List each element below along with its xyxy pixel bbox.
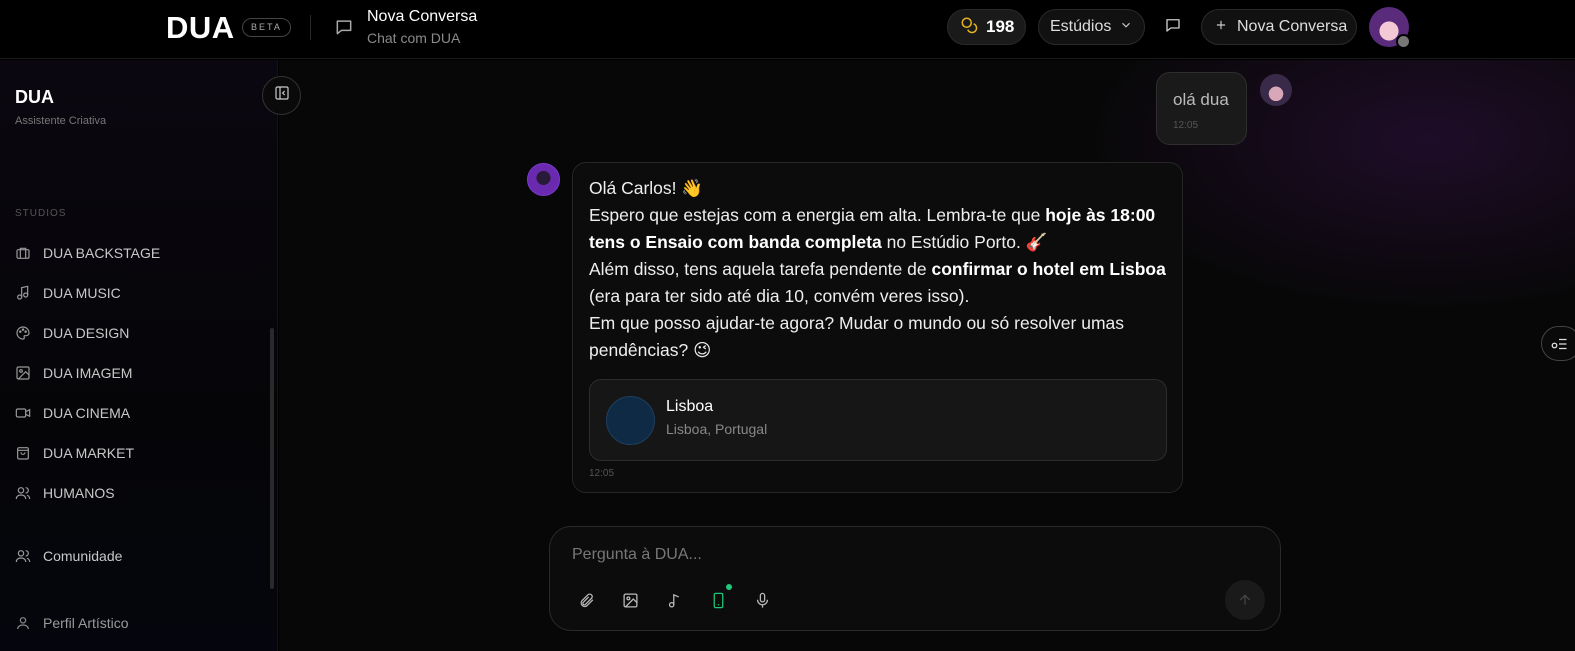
sidebar-item-label: DUA MUSIC xyxy=(43,285,121,301)
sidebar-item-backstage[interactable]: DUA BACKSTAGE xyxy=(15,241,160,265)
location-name: Lisboa xyxy=(666,398,714,415)
sidebar-item-label: DUA BACKSTAGE xyxy=(43,245,161,261)
assistant-message: Olá Carlos! 👋 Espero que estejas com a e… xyxy=(572,162,1183,493)
paragraph: Além disso, tens aquela tarefa pendente … xyxy=(589,259,1166,306)
image-icon xyxy=(16,366,30,380)
assistant-avatar xyxy=(527,163,560,196)
music-icon xyxy=(17,285,29,300)
smartphone-icon xyxy=(713,592,723,608)
sidebar-item-humanos[interactable]: HUMANOS xyxy=(15,481,115,505)
chevron-down-icon xyxy=(1119,18,1133,37)
coins-icon xyxy=(960,16,978,39)
user-message: olá dua 12:05 xyxy=(1156,72,1247,145)
studios-section-label: STUDIOS xyxy=(15,208,67,219)
new-conversation-label: Nova Conversa xyxy=(1237,18,1348,35)
sidebar-item-label: DUA IMAGEM xyxy=(43,365,133,381)
paragraph: Espero que estejas com a energia em alta… xyxy=(589,205,1156,252)
microphone-icon xyxy=(756,592,768,608)
user-message-text: olá dua xyxy=(1173,90,1229,109)
conversation-title: Nova Conversa xyxy=(367,8,478,25)
shield-icon xyxy=(1396,34,1411,49)
sidebar-item-community[interactable]: Comunidade xyxy=(15,544,122,568)
location-card[interactable]: Lisboa Lisboa, Portugal xyxy=(589,379,1167,461)
video-icon xyxy=(15,408,31,418)
plus-icon xyxy=(1214,18,1228,37)
location-thumbnail xyxy=(606,396,655,445)
sidebar-item-imagem[interactable]: DUA IMAGEM xyxy=(15,361,132,385)
app-logo[interactable]: DUA xyxy=(166,10,235,46)
sidebar-item-music[interactable]: DUA MUSIC xyxy=(15,281,121,305)
briefcase-icon xyxy=(16,247,30,259)
user-message-time: 12:05 xyxy=(1173,120,1199,131)
divider xyxy=(310,15,311,40)
message-square-icon xyxy=(1164,16,1182,39)
active-indicator xyxy=(726,584,732,590)
image-upload-button[interactable] xyxy=(617,587,643,613)
music-button[interactable] xyxy=(661,587,687,613)
beta-badge: BETA xyxy=(242,18,291,37)
shopping-bag-icon xyxy=(17,447,29,460)
send-button[interactable] xyxy=(1225,580,1265,620)
attach-button[interactable] xyxy=(573,587,599,613)
new-conversation-button[interactable]: Nova Conversa xyxy=(1201,9,1357,45)
image-icon xyxy=(622,592,638,608)
studios-dropdown[interactable]: Estúdios xyxy=(1038,9,1145,45)
location-detail: Lisboa, Portugal xyxy=(666,421,768,437)
message-input[interactable] xyxy=(572,543,1172,567)
user-message-avatar xyxy=(1260,74,1292,106)
sidebar-item-label: DUA MARKET xyxy=(43,445,135,461)
greeting-line: Olá Carlos! 👋 xyxy=(589,178,704,198)
sidebar-item-label: DUA DESIGN xyxy=(43,325,130,341)
palette-icon xyxy=(16,326,30,340)
music-note-icon xyxy=(668,593,679,608)
panel-left-icon xyxy=(274,85,290,106)
arrow-up-icon xyxy=(1239,594,1251,605)
users-icon xyxy=(15,550,31,563)
assistant-message-time: 12:05 xyxy=(589,468,615,479)
sidebar-subtitle: Assistente Criativa xyxy=(15,115,107,127)
message-composer xyxy=(549,526,1281,631)
sidebar-item-cinema[interactable]: DUA CINEMA xyxy=(15,401,130,425)
credits-badge[interactable]: 198 xyxy=(947,9,1026,45)
assistant-message-text: Olá Carlos! 👋 Espero que estejas com a e… xyxy=(589,175,1171,364)
sidebar-item-design[interactable]: DUA DESIGN xyxy=(15,321,129,345)
users-icon xyxy=(15,487,31,500)
studios-label: Estúdios xyxy=(1050,18,1112,35)
chat-button[interactable] xyxy=(1160,14,1186,40)
credits-count: 198 xyxy=(986,17,1015,36)
mobile-mode-button[interactable] xyxy=(705,587,731,613)
collapse-sidebar-button[interactable] xyxy=(262,76,301,115)
sidebar-item-label: Comunidade xyxy=(43,548,123,564)
sidebar-scrollbar[interactable] xyxy=(270,328,274,589)
microphone-button[interactable] xyxy=(749,587,775,613)
paragraph: Em que posso ajudar-te agora? Mudar o mu… xyxy=(589,313,1125,360)
sidebar-item-profile[interactable]: Perfil Artístico xyxy=(15,611,129,635)
sidebar-item-label: DUA CINEMA xyxy=(43,405,131,421)
conversation-subtitle: Chat com DUA xyxy=(367,30,461,46)
sidebar-item-label: Perfil Artístico xyxy=(43,615,129,631)
sidebar-title: DUA xyxy=(15,87,54,107)
user-icon xyxy=(17,617,29,630)
top-bar: DUA BETA Nova Conversa Chat com DUA 198 … xyxy=(0,0,1575,59)
sidebar-item-label: HUMANOS xyxy=(43,485,115,501)
list-settings-icon xyxy=(1551,338,1567,349)
sidebar: DUA Assistente Criativa STUDIOS DUA BACK… xyxy=(0,60,278,651)
side-panel-toggle[interactable] xyxy=(1541,326,1575,361)
message-square-icon xyxy=(334,17,354,37)
sidebar-item-market[interactable]: DUA MARKET xyxy=(15,441,134,465)
paperclip-icon xyxy=(580,593,593,607)
